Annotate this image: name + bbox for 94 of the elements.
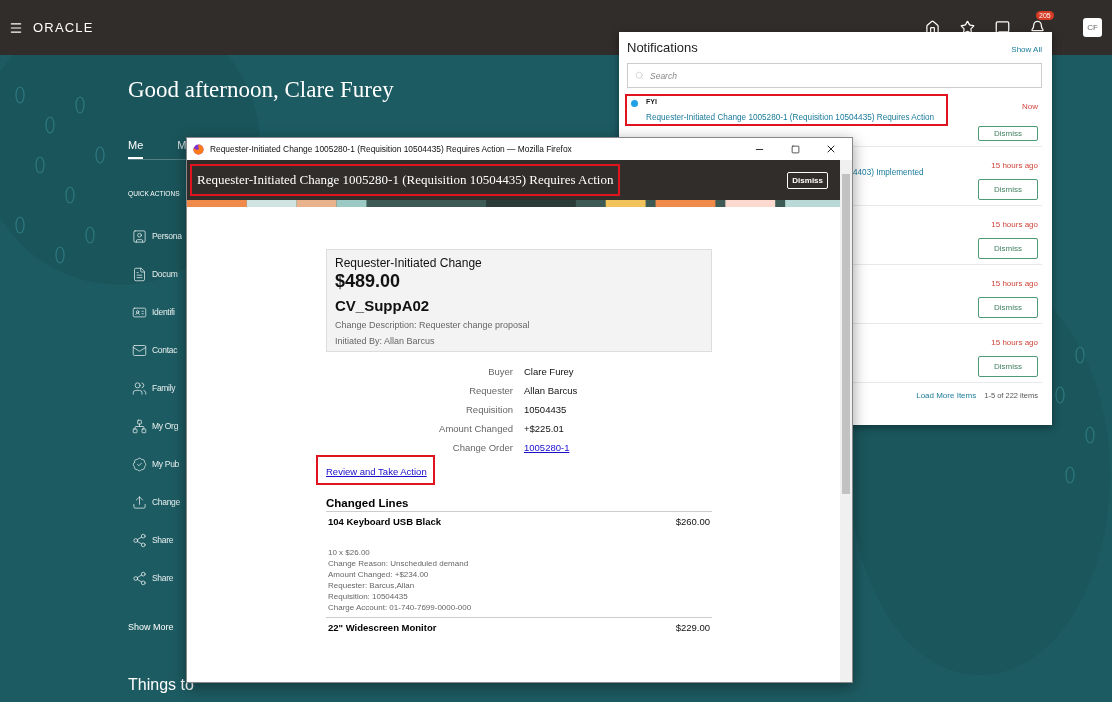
quick-action-link[interactable]: Docum (152, 269, 178, 279)
load-more-link[interactable]: Load More Items (916, 391, 977, 400)
oval-ring (1055, 386, 1065, 404)
detail-value: Clare Furey (524, 366, 575, 377)
badge-icon[interactable] (132, 456, 147, 472)
summary-title: Requester-Initiated Change (335, 256, 483, 270)
upload-icon[interactable] (132, 494, 147, 510)
detail-value: +$225.01 (524, 423, 565, 434)
oval-ring (15, 86, 25, 104)
share-icon[interactable] (132, 570, 147, 586)
dismiss-button[interactable]: Dismiss (787, 171, 828, 189)
share-icon[interactable] (132, 532, 147, 548)
message-icon[interactable] (995, 20, 1010, 35)
quick-action-link[interactable]: Contac (152, 345, 178, 355)
detail-label: Change Order (451, 442, 513, 453)
show-all-link[interactable]: Show All (1011, 45, 1042, 54)
notification-time: 15 hours ago (991, 337, 1039, 347)
panel-title: Notifications (627, 40, 698, 55)
change-order-link[interactable]: 1005280-1 (524, 442, 570, 453)
logo[interactable]: ORACLE (33, 20, 94, 35)
supplier-name: CV_SuppA02 (335, 297, 431, 314)
oval-ring (45, 116, 55, 134)
line-amount: $260.00 (675, 516, 710, 527)
line-detail: Charge Account: 01-740-7699-0000-000 (328, 603, 473, 612)
dismiss-button[interactable]: Dismiss (978, 238, 1038, 259)
menu-icon[interactable] (9, 20, 23, 35)
quick-action-link[interactable]: My Org (152, 421, 179, 431)
person-icon[interactable] (132, 228, 147, 244)
dismiss-button[interactable]: Dismiss (978, 126, 1038, 141)
greeting: Good afternoon, Clare Furey (128, 77, 394, 103)
notification-time: 15 hours ago (991, 278, 1039, 288)
oval-ring (35, 156, 45, 174)
search-field[interactable]: Search (627, 63, 1042, 88)
show-more-link[interactable]: Show More (128, 622, 174, 632)
line-amount: $229.00 (675, 622, 710, 633)
section-title: Changed Lines (326, 497, 712, 512)
oval-ring (1065, 466, 1075, 484)
org-chart-icon[interactable] (132, 418, 147, 434)
quick-action-link[interactable]: Share (152, 535, 174, 545)
oval-ring (15, 216, 25, 234)
line-detail: Amount Changed: +$234.00 (328, 570, 430, 579)
envelope-icon[interactable] (132, 342, 147, 358)
detail-label: Buyer (487, 366, 513, 377)
search-icon (635, 71, 644, 80)
dismiss-button[interactable]: Dismiss (978, 356, 1038, 377)
detail-label: Requester (468, 385, 513, 396)
detail-value: Allan Barcus (524, 385, 579, 396)
message-title: Requester-Initiated Change 1005280-1 (Requisition 10504435) Requires Action (190, 164, 621, 196)
quick-action-link[interactable]: Change (152, 497, 180, 507)
browser-logo-icon (193, 143, 204, 155)
quick-action-link[interactable]: Family (152, 383, 176, 393)
dismiss-button[interactable]: Dismiss (978, 179, 1038, 200)
scrollbar[interactable] (840, 160, 852, 682)
oval-ring (75, 96, 85, 114)
line-detail: Change Reason: Unscheduled demand (328, 559, 470, 568)
people-icon[interactable] (132, 380, 147, 396)
notification-link[interactable]: 4403) Implemented (853, 168, 924, 177)
oval-ring (65, 186, 75, 204)
id-card-icon[interactable] (132, 304, 147, 320)
star-icon[interactable] (960, 20, 975, 35)
oval-ring (1085, 426, 1095, 444)
detail-value: 10504435 (524, 404, 568, 415)
window-title: Requester-Initiated Change 1005280-1 (Requisition 10504435) Requires Action — Mozilla Firefox (210, 144, 573, 154)
tab[interactable]: Me (128, 139, 144, 159)
line-detail: 10 x $26.00 (328, 548, 371, 557)
review-action-link[interactable]: Review and Take Action (326, 466, 427, 477)
maximize-icon[interactable] (790, 144, 800, 154)
close-icon[interactable] (825, 143, 837, 155)
dismiss-button[interactable]: Dismiss (978, 297, 1038, 318)
oval-ring (95, 146, 105, 164)
detail-label: Requisition (465, 404, 513, 415)
line-detail: Requester: Barcus,Allan (328, 581, 416, 590)
quick-action-link[interactable]: Persona (152, 231, 182, 241)
home-icon[interactable] (925, 20, 940, 35)
summary-amount: $489.00 (335, 271, 402, 292)
summary-line: Change Description: Requester change proposal (335, 320, 531, 330)
notification-time: Now (1022, 101, 1039, 111)
oval-ring (85, 226, 95, 244)
oval-ring (1075, 346, 1085, 364)
tab[interactable]: M (177, 139, 187, 159)
notification-time: 15 hours ago (991, 160, 1039, 170)
avatar[interactable]: CF (1083, 18, 1102, 37)
quick-action-link[interactable]: Identifi (152, 307, 175, 317)
quick-action-link[interactable]: Share (152, 573, 174, 583)
line-name: 104 Keyboard USB Black (328, 516, 441, 527)
quick-action-link[interactable]: My Pub (152, 459, 180, 469)
oval-ring (55, 246, 65, 264)
notification-link[interactable]: Requester-Initiated Change 1005280-1 (Requisition 10504435) Requires Action (646, 113, 935, 122)
document-icon[interactable] (132, 266, 147, 282)
summary-line: Initiated By: Allan Barcus (335, 336, 436, 346)
notification-time: 15 hours ago (991, 219, 1039, 229)
line-detail: Requisition: 10504435 (328, 592, 409, 601)
detail-label: Amount Changed (438, 423, 513, 434)
line-name: 22" Widescreen Monitor (328, 622, 437, 633)
